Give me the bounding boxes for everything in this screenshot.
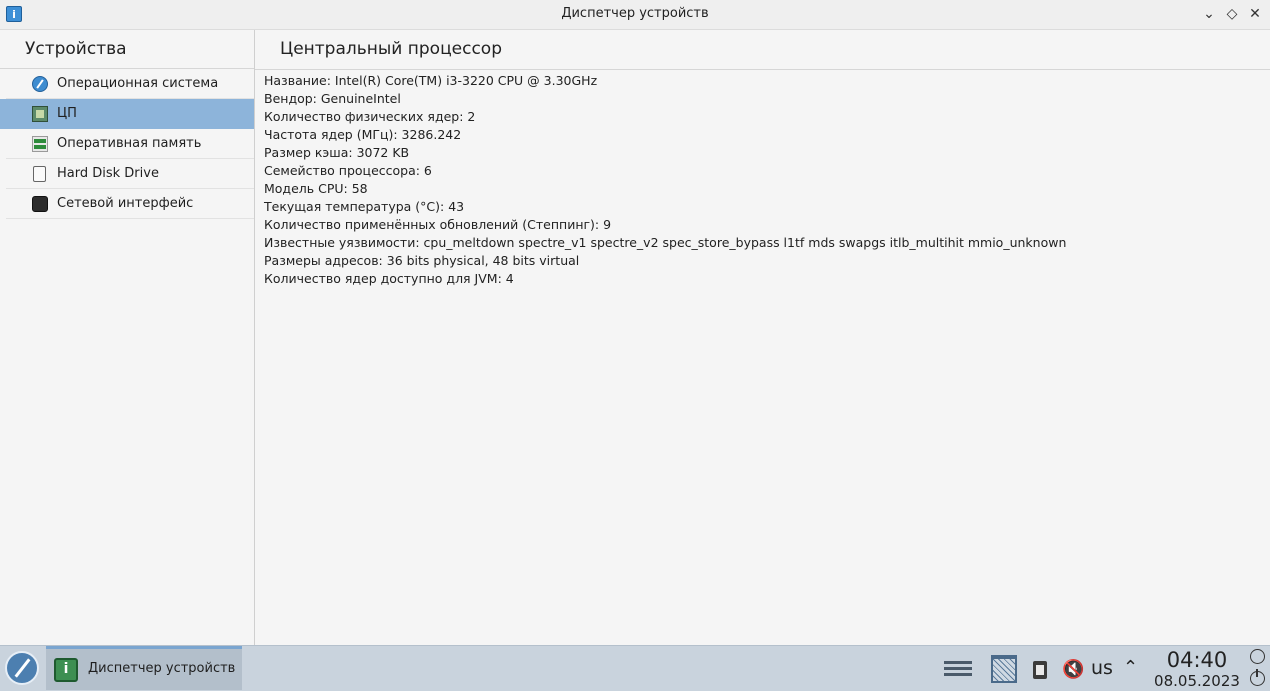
app-launcher-icon[interactable] xyxy=(5,651,39,685)
settings-sliders-icon[interactable] xyxy=(944,658,972,680)
property-row: Количество ядер доступно для JVM: 4 xyxy=(264,271,514,286)
sidebar-item-os[interactable]: Операционная система xyxy=(6,69,254,99)
device-manager-icon xyxy=(54,658,78,682)
sidebar-item-label: Операционная система xyxy=(57,76,219,91)
taskbar-window-label: Диспетчер устройств xyxy=(88,661,236,676)
sidebar-item-label: Hard Disk Drive xyxy=(57,166,159,181)
window-titlebar: i Диспетчер устройств ⌄ ◇ ✕ xyxy=(0,0,1270,30)
property-row: Название: Intel(R) Core(TM) i3-3220 CPU … xyxy=(264,73,598,88)
sidebar-item-label: Сетевой интерфейс xyxy=(57,196,194,211)
property-row: Известные уязвимости: cpu_meltdown spect… xyxy=(264,235,1067,250)
clock-time[interactable]: 04:40 xyxy=(1162,648,1232,672)
close-icon[interactable]: ✕ xyxy=(1245,4,1265,24)
property-row: Размер кэша: 3072 KB xyxy=(264,145,410,160)
sidebar-item-network[interactable]: Сетевой интерфейс xyxy=(6,189,254,219)
clipboard-icon[interactable] xyxy=(1033,661,1047,679)
ram-icon xyxy=(32,136,48,152)
property-row: Семейство процессора: 6 xyxy=(264,163,432,178)
window-title: Диспетчер устройств xyxy=(561,6,709,21)
lock-icon[interactable] xyxy=(1250,649,1265,664)
hdd-icon xyxy=(33,166,46,182)
property-row: Текущая температура (°C): 43 xyxy=(264,199,465,214)
os-icon xyxy=(32,76,48,92)
sidebar-item-label: ЦП xyxy=(57,106,77,121)
property-row: Количество физических ядер: 2 xyxy=(264,109,476,124)
details-pane: Центральный процессор Название: Intel(R)… xyxy=(255,30,1270,645)
sidebar-item-cpu[interactable]: ЦП xyxy=(0,99,254,129)
property-row: Вендор: GenuineIntel xyxy=(264,91,401,106)
properties-list: Название: Intel(R) Core(TM) i3-3220 CPU … xyxy=(255,70,1270,288)
cpu-icon xyxy=(32,106,48,122)
sidebar-header: Устройства xyxy=(0,30,254,69)
sidebar-item-hdd[interactable]: Hard Disk Drive xyxy=(6,159,254,189)
trash-icon[interactable] xyxy=(991,655,1017,683)
power-icon[interactable] xyxy=(1250,669,1265,686)
volume-muted-icon[interactable]: 🔇 xyxy=(1062,659,1084,680)
maximize-icon[interactable]: ◇ xyxy=(1222,4,1242,24)
taskbar: Диспетчер устройств 🔇 us ⌃ 04:40 08.05.2… xyxy=(0,645,1270,691)
property-row: Размеры адресов: 36 bits physical, 48 bi… xyxy=(264,253,580,268)
minimize-icon[interactable]: ⌄ xyxy=(1199,4,1219,24)
property-row: Частота ядер (МГц): 3286.242 xyxy=(264,127,462,142)
network-icon xyxy=(32,196,48,212)
sidebar-item-ram[interactable]: Оперативная память xyxy=(6,129,254,159)
sidebar-item-label: Оперативная память xyxy=(57,136,202,151)
page-title: Центральный процессор xyxy=(255,30,1270,70)
devices-sidebar: Устройства Операционная система ЦП Опера… xyxy=(0,30,255,645)
clock-date[interactable]: 08.05.2023 xyxy=(1150,672,1244,690)
taskbar-window-button[interactable]: Диспетчер устройств xyxy=(46,646,242,690)
keyboard-layout-indicator[interactable]: us xyxy=(1091,657,1113,679)
chevron-up-icon[interactable]: ⌃ xyxy=(1123,657,1138,678)
property-row: Количество применённых обновлений (Степп… xyxy=(264,217,612,232)
property-row: Модель CPU: 58 xyxy=(264,181,368,196)
